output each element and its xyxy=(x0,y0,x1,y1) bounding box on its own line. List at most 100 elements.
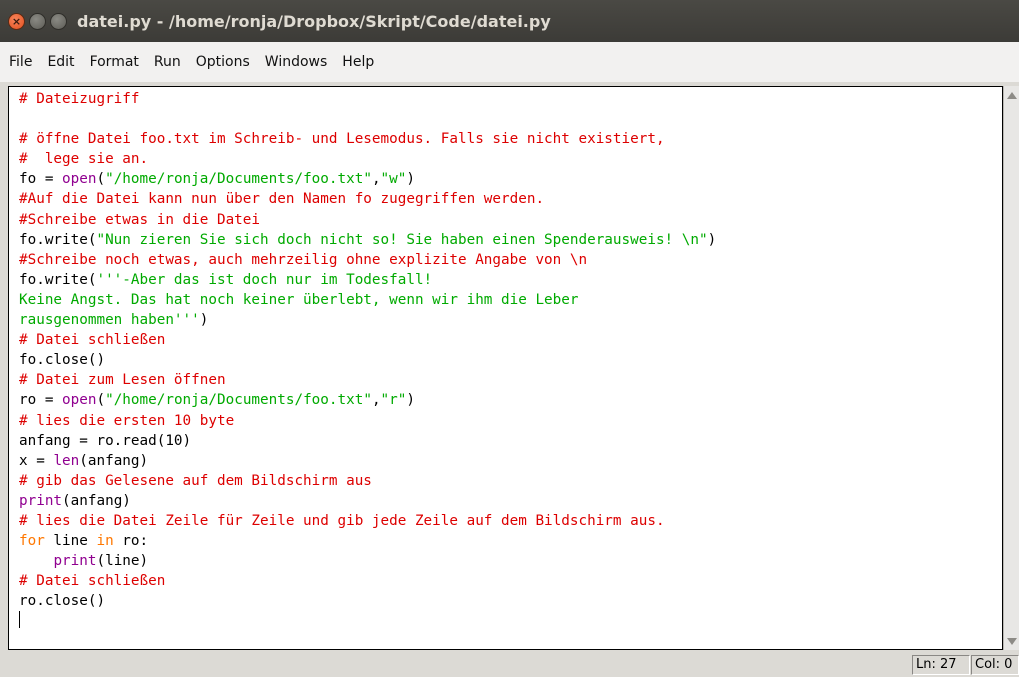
menu-edit[interactable]: Edit xyxy=(47,54,74,70)
code-token: , xyxy=(371,171,381,188)
code-line: x = len(anfang) xyxy=(19,451,716,471)
code-token: # Datei schließen xyxy=(19,332,166,349)
code-token: # gib das Gelesene auf dem Bildschirm au… xyxy=(19,472,372,489)
code-line: ro = open("/home/ronja/Documents/foo.txt… xyxy=(19,390,716,410)
code-line: #Schreibe etwas in die Datei xyxy=(19,210,716,230)
code-token: for xyxy=(19,533,45,550)
code-editor[interactable]: # Dateizugriff # öffne Datei foo.txt im S… xyxy=(8,86,1003,650)
scroll-up-button[interactable] xyxy=(1004,86,1019,104)
code-token: "Nun zieren Sie sich doch nicht so! Sie … xyxy=(96,231,708,248)
code-token: print xyxy=(53,553,97,570)
code-token: ro: xyxy=(113,533,149,550)
code-line: # lege sie an. xyxy=(19,149,716,169)
code-token: ) xyxy=(406,171,415,188)
code-line: # gib das Gelesene auf dem Bildschirm au… xyxy=(19,471,716,491)
menu-help[interactable]: Help xyxy=(342,54,374,70)
code-line: for line in ro: xyxy=(19,531,716,551)
code-token: ( xyxy=(96,171,106,188)
code-token: Keine Angst. Das hat noch keiner überleb… xyxy=(19,291,579,308)
menu-file[interactable]: File xyxy=(9,54,32,70)
arrow-up-icon xyxy=(1006,91,1017,99)
minimize-window-button[interactable] xyxy=(29,12,46,30)
code-token: ) xyxy=(406,392,415,409)
code-line: print(anfang) xyxy=(19,491,716,511)
code-line: anfang = ro.read(10) xyxy=(19,431,716,451)
code-line: fo.write("Nun zieren Sie sich doch nicht… xyxy=(19,230,716,250)
code-line: # öffne Datei foo.txt im Schreib- und Le… xyxy=(19,129,716,149)
code-token: fo.write( xyxy=(19,231,97,248)
code-text-area[interactable]: # Dateizugriff # öffne Datei foo.txt im S… xyxy=(19,89,716,632)
code-token: , xyxy=(371,392,381,409)
arrow-down-icon xyxy=(1006,637,1017,645)
code-token: ( xyxy=(96,392,106,409)
code-token: # Dateizugriff xyxy=(19,91,140,107)
code-line: print(line) xyxy=(19,551,716,571)
code-token: rausgenommen haben''' xyxy=(19,312,200,329)
code-line: Keine Angst. Das hat noch keiner überleb… xyxy=(19,290,716,310)
code-line: rausgenommen haben''') xyxy=(19,310,716,330)
menu-format[interactable]: Format xyxy=(90,54,139,70)
code-token: # Datei zum Lesen öffnen xyxy=(19,372,226,389)
code-line: # Datei schließen xyxy=(19,571,716,591)
code-line: # Datei schließen xyxy=(19,330,716,350)
code-line: fo.close() xyxy=(19,350,716,370)
code-token: ro.close() xyxy=(19,593,106,610)
code-token: '''-Aber das ist doch nur im Todesfall! xyxy=(96,271,433,288)
code-token: (line) xyxy=(96,553,149,570)
column-number-indicator: Col: 0 xyxy=(971,655,1019,675)
code-token: # Datei schließen xyxy=(19,573,166,590)
maximize-window-button[interactable] xyxy=(50,12,67,30)
code-token: fo.close() xyxy=(19,352,106,369)
code-token: "/home/ronja/Documents/foo.txt" xyxy=(105,171,372,188)
window-controls: × xyxy=(8,12,67,30)
code-line: # Datei zum Lesen öffnen xyxy=(19,370,716,390)
code-token: "r" xyxy=(380,392,407,409)
code-line: fo = open("/home/ronja/Documents/foo.txt… xyxy=(19,169,716,189)
code-token: x = xyxy=(19,452,54,469)
code-line: # lies die ersten 10 byte xyxy=(19,411,716,431)
close-window-button[interactable]: × xyxy=(8,12,25,30)
status-bar: Ln: 27 Col: 0 xyxy=(0,650,1019,677)
code-token: fo.write( xyxy=(19,271,97,288)
code-token: # lies die Datei Zeile für Zeile und gib… xyxy=(19,512,665,529)
title-bar: × datei.py - /home/ronja/Dropbox/Skript/… xyxy=(0,0,1019,42)
code-token: #Schreibe etwas in die Datei xyxy=(19,211,261,228)
code-token: #Auf die Datei kann nun über den Namen f… xyxy=(19,191,545,208)
code-token: #Schreibe noch etwas, auch mehrzeilig oh… xyxy=(19,251,588,268)
code-token: ro = xyxy=(19,392,63,409)
code-line: ro.close() xyxy=(19,591,716,611)
code-line: # Dateizugriff xyxy=(19,89,716,109)
code-token: # lege sie an. xyxy=(19,151,149,168)
code-token: open xyxy=(62,171,97,188)
menu-bar: File Edit Format Run Options Windows Hel… xyxy=(0,42,1019,82)
code-token: (anfang) xyxy=(79,452,149,469)
vertical-scrollbar[interactable] xyxy=(1003,86,1019,650)
code-token: (anfang) xyxy=(62,492,131,509)
code-line: # lies die Datei Zeile für Zeile und gib… xyxy=(19,511,716,531)
menu-windows[interactable]: Windows xyxy=(265,54,328,70)
code-token: # öffne Datei foo.txt im Schreib- und Le… xyxy=(19,131,665,148)
code-token: print xyxy=(19,492,63,509)
code-token: open xyxy=(62,392,97,409)
window-title: datei.py - /home/ronja/Dropbox/Skript/Co… xyxy=(77,11,551,31)
menu-options[interactable]: Options xyxy=(196,54,250,70)
code-token: # lies die ersten 10 byte xyxy=(19,412,235,429)
code-token: len xyxy=(53,452,80,469)
code-line: #Schreibe noch etwas, auch mehrzeilig oh… xyxy=(19,250,716,270)
code-token: anfang = ro.read(10) xyxy=(19,432,192,449)
code-token: "w" xyxy=(380,171,407,188)
scroll-down-button[interactable] xyxy=(1004,632,1019,650)
text-cursor xyxy=(19,611,20,629)
code-token: ) xyxy=(707,231,717,248)
code-token: ) xyxy=(199,312,209,329)
menu-run[interactable]: Run xyxy=(154,54,181,70)
code-line: fo.write('''-Aber das ist doch nur im To… xyxy=(19,270,716,290)
code-token: line xyxy=(44,533,97,550)
code-line xyxy=(19,611,716,631)
code-token: "/home/ronja/Documents/foo.txt" xyxy=(105,392,372,409)
line-number-indicator: Ln: 27 xyxy=(912,655,970,675)
code-line: #Auf die Datei kann nun über den Namen f… xyxy=(19,189,716,209)
code-token: fo = xyxy=(19,171,63,188)
